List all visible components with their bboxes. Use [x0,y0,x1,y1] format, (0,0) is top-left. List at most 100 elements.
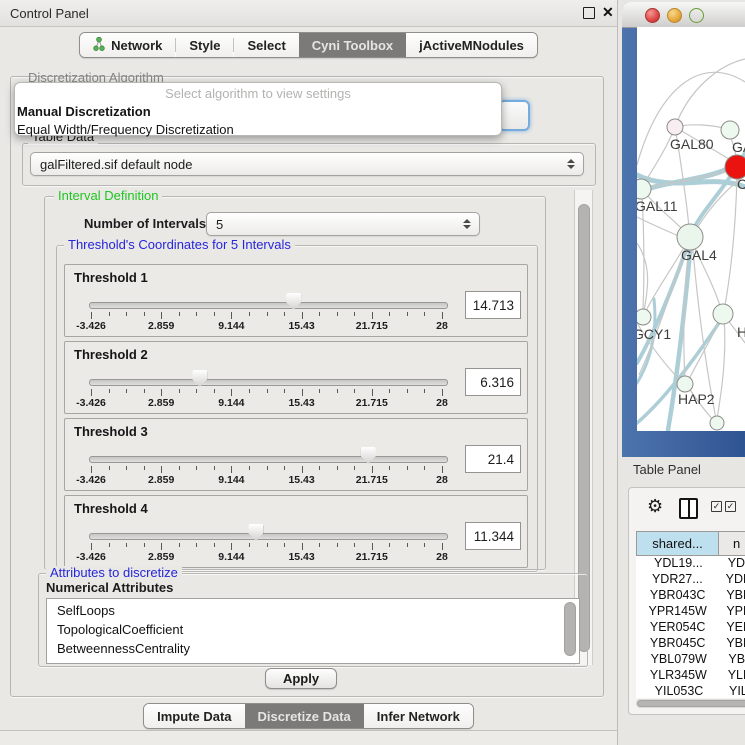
table-row[interactable]: YBL079WYBL0 [636,652,745,668]
dropdown-option[interactable]: Manual Discretization [15,103,501,121]
column-visibility-button[interactable]: ✓ ✓ [711,501,736,512]
table-row[interactable]: YPR145WYPR1 [636,604,745,620]
close-icon[interactable]: ✕ [602,4,614,21]
split-columns-button[interactable] [679,498,698,519]
threshold-value-field[interactable]: 11.344 [465,522,521,550]
table-panel-title: Table Panel [633,462,701,477]
tick-label: 28 [436,320,448,332]
table-row[interactable]: YIL053CYIL0 [636,684,745,698]
tick-mark [424,312,425,316]
tab-impute-data[interactable]: Impute Data [144,704,244,728]
table-panel: ⚙ ✓ ✓ shared... n YDL19...YDL1YDR27...YD… [628,487,745,715]
network-node[interactable] [710,416,724,430]
tick-mark [372,466,373,473]
float-window-icon[interactable] [583,7,595,19]
table-row[interactable]: YDL19...YDL1 [636,556,745,572]
network-window-titlebar[interactable] [622,2,745,28]
table-horizontal-scrollbar[interactable] [636,699,745,708]
table-horizontal-scrollbar-thumb[interactable] [637,700,745,707]
tab-label: Select [247,38,285,53]
threshold-label: Threshold 4 [74,501,148,516]
network-icon [93,37,105,54]
apply-button[interactable]: Apply [265,668,337,689]
tick-label: 28 [436,551,448,563]
table-row[interactable]: YBR045CYBR0 [636,636,745,652]
table-cell-shared-name: YLR345W [636,668,721,684]
network-canvas[interactable]: GAL80GACGAL11GAL4GCY1HHAP2 [637,27,745,431]
table-cell-name: YPR1 [719,604,745,620]
tab-label: Style [189,38,220,53]
table-data-combobox-value: galFiltered.sif default node [40,157,192,172]
list-item[interactable]: SelfLoops [47,601,579,620]
tick-mark [389,312,390,316]
tab-network[interactable]: Network [80,33,175,57]
threshold-slider-track[interactable] [89,533,448,540]
threshold-value-field[interactable]: 21.4 [465,445,521,473]
table-cell-name: YBR0 [719,588,745,604]
tab-infer-network[interactable]: Infer Network [364,704,473,728]
checkbox-checked-icon: ✓ [711,501,722,512]
tick-label: 9.144 [218,551,244,563]
tick-mark [196,543,197,547]
threshold-slider-track[interactable] [89,379,448,386]
tick-mark [179,389,180,393]
tick-mark [302,312,303,319]
minimize-traffic-light-icon[interactable] [667,8,682,23]
tick-mark [407,312,408,316]
table-data-combobox[interactable]: galFiltered.sif default node [30,152,584,176]
tick-mark [284,389,285,393]
numerical-attributes-list[interactable]: SelfLoopsTopologicalCoefficientBetweenne… [46,598,580,664]
list-item[interactable]: BetweennessCentrality [47,639,579,658]
table-row[interactable]: YLR345WYLR3 [636,668,745,684]
tick-mark [179,466,180,470]
tick-mark [267,389,268,393]
algorithm-combobox[interactable] [498,100,530,131]
network-view-window: GAL80GACGAL11GAL4GCY1HHAP2 [622,2,745,457]
tab-jactivemnodules[interactable]: jActiveMNodules [406,33,537,57]
tick-mark [231,466,232,473]
network-node-label: GCY1 [637,326,671,342]
table-cell-shared-name: YIL053C [636,684,722,698]
network-node[interactable] [677,376,693,392]
tab-label: Discretize Data [258,709,351,724]
table-cell-name: YER0 [719,620,745,636]
list-item[interactable]: TopologicalCoefficient [47,620,579,639]
top-tabbar: Network Style Select Cyni ToolboxjActiveMNo… [79,32,538,58]
threshold-value-field[interactable]: 6.316 [465,368,521,396]
threshold-slider-track[interactable] [89,456,448,463]
tick-mark [161,312,162,319]
tick-mark [267,466,268,470]
threshold-label: Threshold 3 [74,424,148,439]
network-node[interactable] [713,304,733,324]
attributes-scrollbar-thumb[interactable] [564,602,576,656]
tab-style[interactable]: Style [176,33,233,57]
table-header-shared-name[interactable]: shared... [636,531,719,556]
tick-label: 9.144 [218,474,244,486]
close-traffic-light-icon[interactable] [645,8,660,23]
zoom-traffic-light-icon[interactable] [689,8,704,23]
network-node[interactable] [721,121,739,139]
number-of-intervals-combobox[interactable]: 5 [206,212,480,236]
tick-mark [302,466,303,473]
table-row[interactable]: YER054CYER0 [636,620,745,636]
tab-select[interactable]: Select [234,33,298,57]
threshold-slider-track[interactable] [89,302,448,309]
tick-mark [337,543,338,547]
tab-label: Impute Data [157,709,231,724]
threshold-value-field[interactable]: 14.713 [465,291,521,319]
table-row[interactable]: YBR043CYBR0 [636,588,745,604]
tab-discretize-data[interactable]: Discretize Data [245,704,364,728]
network-node[interactable] [667,119,683,135]
network-node[interactable] [637,309,651,325]
table-cell-shared-name: YBR045C [636,636,719,652]
tick-mark [354,466,355,470]
dropdown-option[interactable]: Equal Width/Frequency Discretization [15,121,501,139]
tick-label: 2.859 [148,551,174,563]
tick-mark [91,389,92,396]
panel-footer [0,730,617,745]
table-row[interactable]: YDR27...YDR2 [636,572,745,588]
table-settings-button[interactable]: ⚙ [647,498,663,517]
tick-mark [249,389,250,393]
tab-cyni-toolbox[interactable]: Cyni Toolbox [299,33,406,57]
table-header-name[interactable]: n [719,531,745,556]
